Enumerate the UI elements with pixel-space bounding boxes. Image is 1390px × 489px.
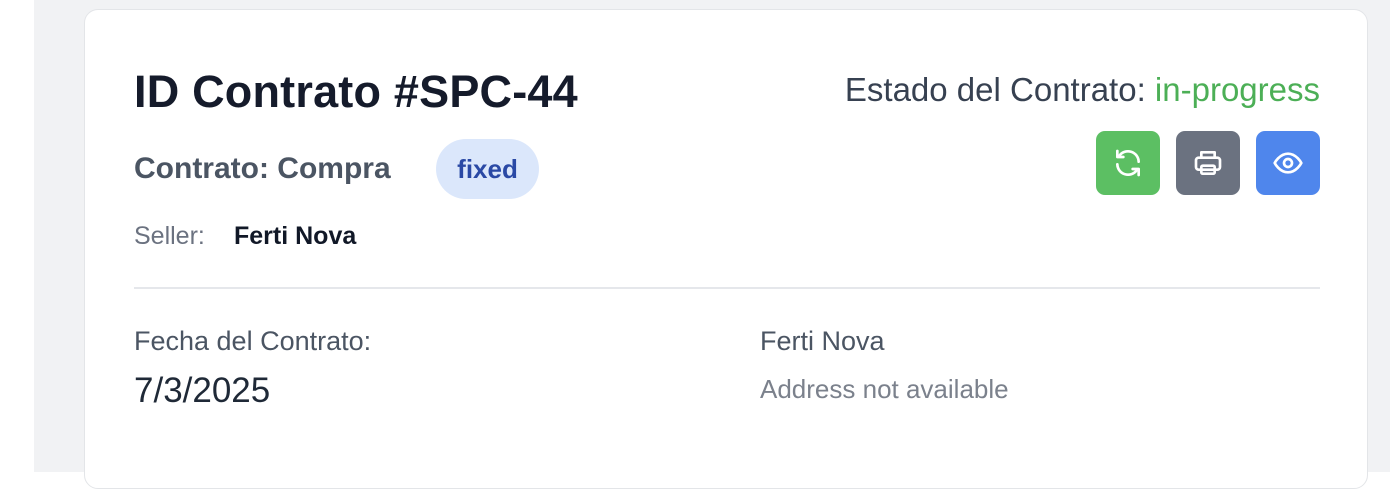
action-buttons bbox=[1096, 131, 1320, 195]
contract-date-label: Fecha del Contrato: bbox=[134, 326, 372, 356]
contract-title: ID Contrato #SPC-44 bbox=[134, 66, 578, 117]
price-type-badge: fixed bbox=[436, 139, 539, 199]
view-button[interactable] bbox=[1256, 131, 1320, 195]
eye-icon bbox=[1273, 152, 1303, 174]
party-name: Ferti Nova bbox=[760, 326, 885, 356]
contract-status: Estado del Contrato: in-progress bbox=[845, 70, 1320, 110]
contract-type-label: Contrato: Compra bbox=[134, 152, 391, 185]
print-button[interactable] bbox=[1176, 131, 1240, 195]
contract-card: ID Contrato #SPC-44 Contrato: Compra fix… bbox=[84, 9, 1368, 489]
party-address: Address not available bbox=[760, 374, 1009, 404]
printer-icon bbox=[1194, 151, 1222, 175]
contract-date-value: 7/3/2025 bbox=[134, 371, 271, 410]
section-divider bbox=[134, 287, 1320, 289]
seller-label: Seller: bbox=[134, 222, 205, 250]
status-value: in-progress bbox=[1154, 71, 1320, 108]
status-label: Estado del Contrato: bbox=[844, 71, 1146, 108]
seller-name: Ferti Nova bbox=[234, 222, 357, 250]
refresh-icon bbox=[1116, 149, 1140, 177]
refresh-button[interactable] bbox=[1096, 131, 1160, 195]
